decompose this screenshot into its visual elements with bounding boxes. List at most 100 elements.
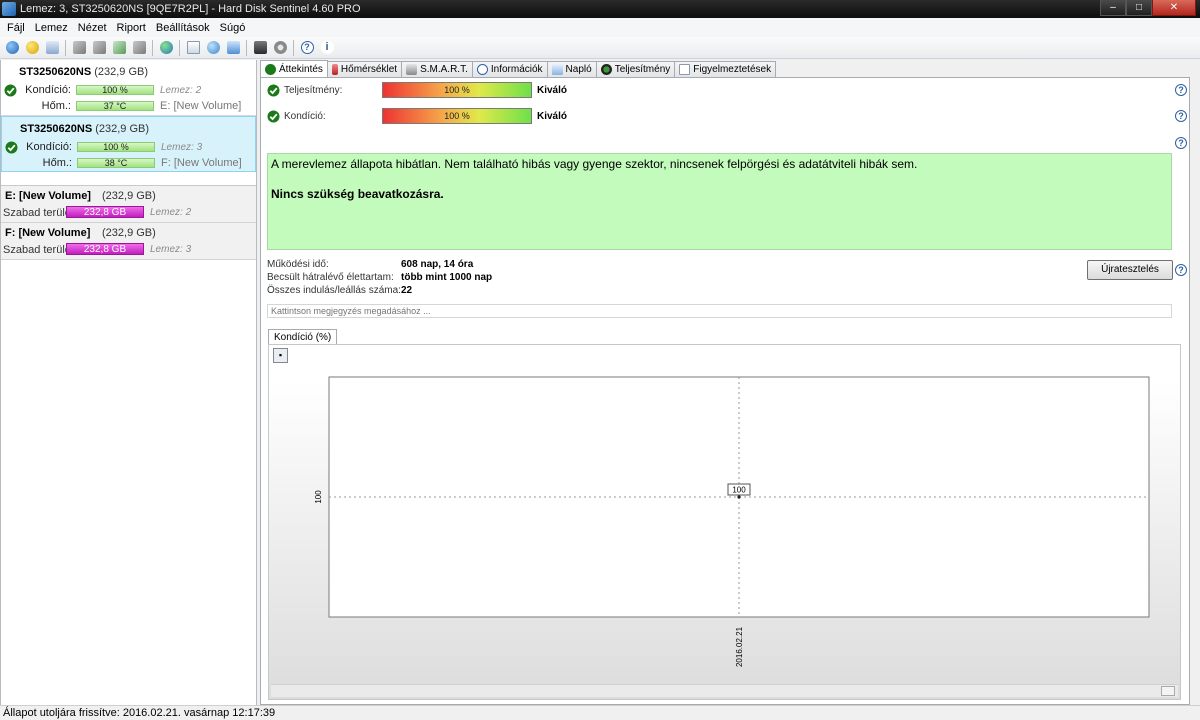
info-labels: Működési idő: Becsült hátralévő élettart… (267, 258, 401, 297)
document-icon[interactable] (184, 39, 202, 57)
tab-smart[interactable]: S.M.A.R.T. (401, 61, 473, 77)
volume-card[interactable]: F: [New Volume] (232,9 GB) Szabad terüle… (1, 223, 256, 260)
close-button[interactable]: ✕ (1152, 0, 1196, 16)
log-icon (551, 64, 563, 75)
condition-bar: 100 % (77, 142, 155, 152)
tab-log[interactable]: Napló (546, 61, 597, 77)
tool-wrench-4-icon[interactable] (130, 39, 148, 57)
mail-icon[interactable] (43, 39, 61, 57)
help-icon[interactable]: ? (1175, 110, 1187, 122)
refresh-icon[interactable] (3, 39, 21, 57)
condition-row: Kondíció: 100 % Kiváló (267, 108, 567, 124)
volume-size: (232,9 GB) (102, 190, 156, 202)
thermometer-icon (331, 64, 338, 75)
menu-disk[interactable]: Lemez (30, 22, 73, 34)
tool-wrench-2-icon[interactable] (90, 39, 108, 57)
monitor-icon[interactable] (251, 39, 269, 57)
tab-label: Napló (565, 64, 592, 75)
temperature-bar: 37 °C (76, 101, 154, 111)
disk-index: Lemez: 3 (161, 142, 203, 153)
tab-performance[interactable]: Teljesítmény (595, 61, 676, 77)
x-tick-label: 2016.02.21 (735, 626, 744, 667)
tab-temperature[interactable]: Hőmérséklet (326, 61, 403, 77)
data-label: 100 (732, 486, 746, 495)
gear-icon[interactable] (271, 39, 289, 57)
free-space-label: Szabad terület (3, 207, 74, 219)
temperature-label: Hőm.: (42, 157, 72, 169)
toolbar-separator (246, 39, 247, 56)
details-panel: Áttekintés Hőmérséklet S.M.A.R.T. Inform… (260, 60, 1200, 705)
retest-button[interactable]: Újratesztelés (1087, 260, 1173, 280)
network-icon[interactable] (204, 39, 222, 57)
chart-tab-condition[interactable]: Kondíció (%) (268, 329, 338, 345)
minimize-button[interactable]: – (1100, 0, 1126, 16)
condition-label: Kondíció: (25, 84, 71, 96)
status-message: A merevlemez állapota hibátlan. Nem talá… (271, 157, 918, 171)
volume-size: (232,9 GB) (102, 227, 156, 239)
tab-bar: Áttekintés Hőmérséklet S.M.A.R.T. Inform… (260, 60, 777, 78)
help-icon[interactable]: ? (1175, 137, 1187, 149)
report-icon[interactable] (224, 39, 242, 57)
condition-bar: 100 % (76, 85, 154, 95)
tab-label: Áttekintés (279, 64, 323, 75)
scroll-grip-icon[interactable] (1161, 686, 1175, 696)
uptime-label: Működési idő: (267, 259, 329, 270)
alert-icon[interactable] (23, 39, 41, 57)
toolbar-separator (65, 39, 66, 56)
tab-alerts[interactable]: Figyelmeztetések (674, 61, 777, 77)
menu-bar: Fájl Lemez Nézet Riport Beállítások Súgó (0, 18, 1200, 37)
note-input[interactable] (267, 304, 1172, 318)
check-icon (265, 64, 276, 75)
tab-overview[interactable]: Áttekintés (260, 60, 328, 78)
temperature-label: Hőm.: (41, 100, 71, 112)
maximize-button[interactable]: □ (1126, 0, 1152, 16)
disk-volume: F: [New Volume] (161, 157, 242, 169)
tab-label: S.M.A.R.T. (420, 64, 468, 75)
data-point (737, 495, 741, 499)
menu-report[interactable]: Riport (112, 22, 151, 34)
toolbar-separator (152, 39, 153, 56)
tool-wrench-icon[interactable] (70, 39, 88, 57)
menu-file[interactable]: Fájl (2, 22, 30, 34)
uptime-value: 608 nap, 14 óra (401, 259, 474, 270)
info-icon[interactable]: i (318, 39, 336, 57)
menu-help[interactable]: Súgó (215, 22, 251, 34)
document-icon (679, 64, 691, 75)
condition-label: Kondíció: (284, 110, 326, 122)
tab-information[interactable]: Információk (471, 61, 548, 77)
menu-settings[interactable]: Beállítások (151, 22, 215, 34)
performance-rating: Kiváló (537, 84, 568, 96)
temperature-bar: 38 °C (77, 158, 155, 168)
condition-label: Kondíció: (26, 141, 72, 153)
status-bar: Állapot utoljára frissítve: 2016.02.21. … (0, 705, 1200, 720)
performance-bar: 100 % (382, 82, 532, 98)
free-space-label: Szabad terület (3, 244, 74, 256)
status-advice: Nincs szükség beavatkozásra. (271, 187, 444, 201)
start-stop-value: 22 (401, 285, 413, 296)
overview-content: Teljesítmény: 100 % Kiváló ? Kondíció: 1… (260, 77, 1190, 705)
help-icon[interactable]: ? (1175, 264, 1187, 276)
tab-label: Teljesítmény (614, 64, 671, 75)
globe-icon[interactable] (157, 39, 175, 57)
disk-list-panel: ST3250620NS (232,9 GB) Kondíció: 100 % L… (0, 60, 257, 705)
disk-title: ST3250620NS (232,9 GB) (20, 123, 149, 135)
disk-title: ST3250620NS (232,9 GB) (19, 66, 148, 78)
disk-card-selected[interactable]: ST3250620NS (232,9 GB) Kondíció: 100 % L… (1, 116, 256, 172)
drive-icon (406, 64, 418, 75)
condition-bar: 100 % (382, 108, 532, 124)
remaining-life-value: több mint 1000 nap (401, 272, 493, 283)
remaining-life-label: Becsült hátralévő élettartam: (267, 272, 394, 283)
window-title: Lemez: 3, ST3250620NS [9QE7R2PL] - Hard … (20, 3, 361, 15)
horizontal-scrollbar[interactable] (271, 684, 1178, 697)
disk-name: ST3250620NS (20, 123, 93, 135)
menu-view[interactable]: Nézet (73, 22, 112, 34)
volume-disk-index: Lemez: 2 (150, 207, 192, 218)
toolbar-separator (293, 39, 294, 56)
volume-disk-index: Lemez: 3 (150, 244, 192, 255)
tool-wrench-3-icon[interactable] (110, 39, 128, 57)
volume-card[interactable]: E: [New Volume] (232,9 GB) Szabad terüle… (1, 186, 256, 223)
help-icon[interactable]: ? (1175, 84, 1187, 96)
disk-card[interactable]: ST3250620NS (232,9 GB) Kondíció: 100 % L… (1, 60, 256, 116)
chart-area: ▪ 100 100 2016.02.21 (268, 344, 1181, 700)
help-icon[interactable]: ? (298, 39, 316, 57)
